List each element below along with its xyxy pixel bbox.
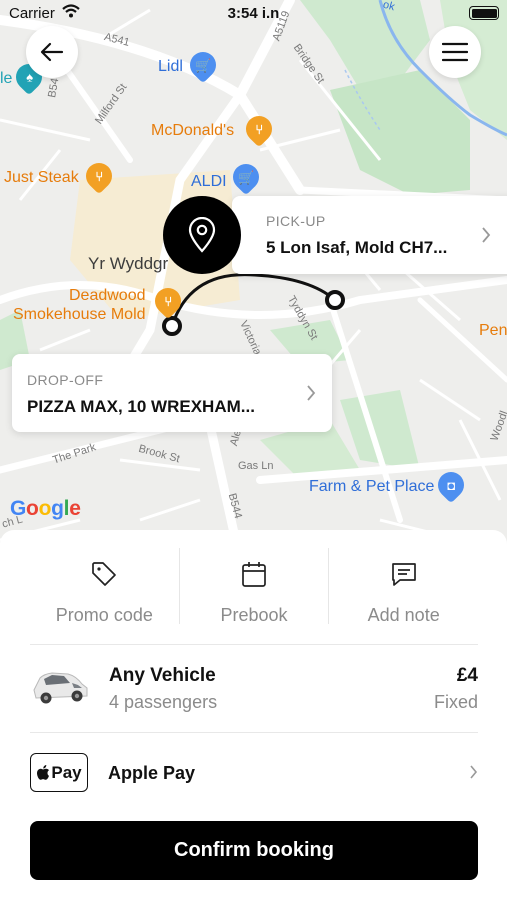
chevron-right-icon (470, 765, 478, 779)
confirm-booking-button[interactable]: Confirm booking (30, 821, 478, 880)
promo-code-label: Promo code (55, 605, 153, 625)
prebook-button[interactable]: Prebook (178, 548, 329, 625)
booking-sheet: Promo code Prebook Add note Any Vehicle … (0, 530, 507, 900)
back-arrow-icon (40, 42, 64, 62)
vehicle-passengers: 4 passengers (109, 692, 218, 712)
vehicle-option[interactable]: Any Vehicle 4 passengers £4 Fixed (30, 657, 478, 717)
poi-label[interactable]: Smokehouse Mold (13, 306, 146, 324)
menu-button[interactable] (429, 26, 481, 78)
car-icon (33, 672, 88, 704)
pickup-address: 5 Lon Isaf, Mold CH7... (266, 238, 448, 257)
promo-code-button[interactable]: Promo code (30, 548, 179, 625)
poi-label[interactable]: McDonald's (151, 122, 234, 140)
add-note-button[interactable]: Add note (328, 548, 478, 625)
poi-label[interactable]: Lidl (158, 58, 183, 76)
calendar-icon (242, 562, 266, 587)
divider (30, 644, 478, 645)
action-row: Promo code Prebook Add note (30, 548, 478, 625)
dropoff-marker (162, 316, 182, 336)
hamburger-menu-icon (442, 42, 468, 62)
payment-method-name: Apple Pay (108, 763, 196, 783)
pickup-marker (325, 290, 345, 310)
poi-label: Pen (479, 322, 507, 339)
pickup-pin (163, 196, 241, 274)
street-label: Gas Ln (238, 460, 274, 472)
price-type: Fixed (433, 692, 478, 712)
clock: 3:54 i.n (227, 5, 280, 22)
pickup-card[interactable]: PICK-UP 5 Lon Isaf, Mold CH7... (232, 196, 507, 274)
map-view[interactable]: A541 A5119 B54 Milford St Bridge St Vict… (0, 0, 507, 560)
message-icon (391, 563, 416, 586)
vehicle-name: Any Vehicle (109, 665, 216, 686)
battery-icon (469, 6, 499, 20)
apple-pay-badge-text: Pay (51, 762, 82, 782)
dropoff-address: PIZZA MAX, 10 WREXHAM... (27, 397, 255, 416)
back-button[interactable] (26, 26, 78, 78)
poi-label[interactable]: Deadwood (69, 287, 146, 305)
divider (30, 732, 478, 733)
vehicle-price: £4 (456, 665, 478, 686)
google-logo: Google (10, 497, 81, 520)
map-base (0, 0, 507, 560)
town-label: Yr Wyddgr (88, 254, 169, 273)
dropoff-card[interactable]: DROP-OFF PIZZA MAX, 10 WREXHAM... (12, 354, 332, 432)
add-note-label: Add note (367, 605, 440, 625)
poi-label[interactable]: ALDI (191, 173, 227, 191)
status-bar: Carrier 3:54 i.n (0, 0, 507, 28)
tag-icon (92, 562, 117, 586)
pickup-kind-label: PICK-UP (266, 213, 326, 229)
apple-pay-badge: Pay (30, 753, 88, 792)
chevron-right-icon (482, 227, 491, 243)
payment-method-row[interactable]: Pay Apple Pay (30, 752, 478, 792)
chevron-right-icon (307, 385, 316, 401)
poi-label[interactable]: Farm & Pet Place (309, 478, 434, 496)
apple-logo-icon (37, 765, 50, 780)
location-pin-icon (188, 217, 216, 253)
poi-label: le (0, 70, 13, 87)
poi-label[interactable]: Just Steak (4, 169, 79, 187)
dropoff-kind-label: DROP-OFF (27, 372, 104, 388)
prebook-label: Prebook (220, 605, 288, 625)
